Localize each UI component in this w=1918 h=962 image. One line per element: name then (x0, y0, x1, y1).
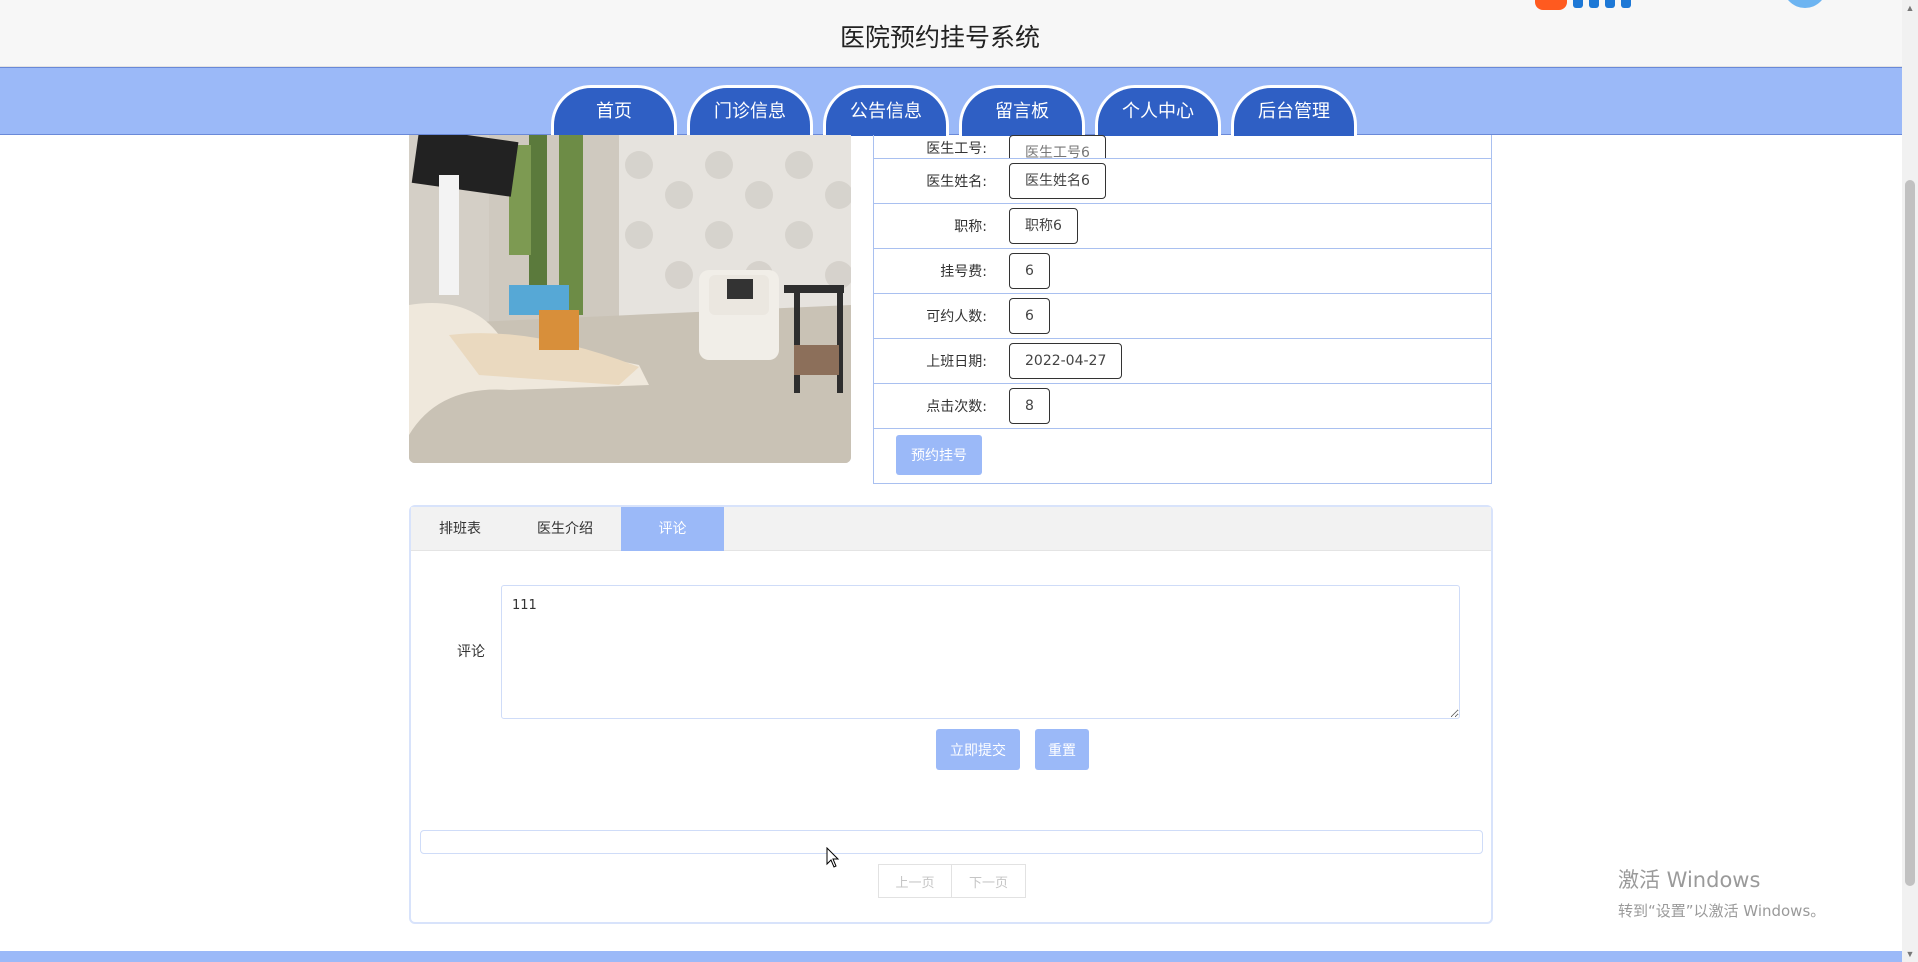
info-row-doctor-name: 医生姓名: 医生姓名6 (874, 159, 1491, 204)
sogou-logo-icon[interactable] (1535, 0, 1567, 10)
watermark-line-2: 转到“设置”以激活 Windows。 (1618, 902, 1826, 920)
tab-schedule[interactable]: 排班表 (411, 507, 509, 551)
clinic-room-image (409, 135, 851, 463)
nav-item-clinic-info[interactable]: 门诊信息 (687, 85, 813, 136)
info-label: 点击次数: (926, 399, 987, 415)
info-label: 医生工号: (926, 141, 987, 157)
nav-item-home[interactable]: 首页 (551, 85, 677, 136)
tab-header: 排班表 医生介绍 评论 (411, 507, 1491, 551)
tabs-panel: 排班表 医生介绍 评论 评论 立即提交 重置 上一页 下一页 (409, 505, 1493, 924)
submit-button[interactable]: 立即提交 (936, 729, 1020, 770)
toolbar-mic-icon[interactable] (1589, 0, 1599, 8)
info-label: 可约人数: (926, 309, 987, 325)
watermark-line-1: 激活 Windows (1618, 868, 1761, 892)
info-value: 医生姓名6 (1009, 163, 1106, 199)
pagination: 上一页 下一页 (878, 864, 1026, 898)
info-row-capacity: 可约人数: 6 (874, 294, 1491, 339)
browser-extension-toolbar[interactable] (1535, 0, 1703, 10)
toolbar-grid-icon[interactable] (1621, 0, 1631, 8)
floating-ball-icon[interactable] (1783, 0, 1827, 8)
scroll-down-icon[interactable]: ▼ (1902, 946, 1918, 962)
info-row-fee: 挂号费: 6 (874, 249, 1491, 294)
toolbar-tool-icon[interactable] (1573, 0, 1583, 8)
info-value: 2022-04-27 (1009, 343, 1123, 379)
prev-page-button[interactable]: 上一页 (878, 864, 952, 898)
toolbar-screen-icon[interactable] (1605, 0, 1615, 8)
info-row-click-count: 点击次数: 8 (874, 384, 1491, 429)
info-label: 医生姓名: (926, 174, 987, 190)
site-title: 医院预约挂号系统 (839, 23, 1040, 52)
nav-item-message-board[interactable]: 留言板 (959, 85, 1085, 136)
comment-textarea[interactable] (501, 585, 1460, 719)
doctor-info-panel: 医生工号: 医生工号6 医生姓名: 医生姓名6 职称: 职称6 挂号费: 6 可… (873, 135, 1492, 484)
info-value: 6 (1009, 298, 1050, 334)
info-row-doctor-id: 医生工号: 医生工号6 (874, 135, 1491, 159)
info-value: 医生工号6 (1009, 135, 1106, 158)
book-row: 预约挂号 (874, 429, 1491, 481)
book-appointment-button[interactable]: 预约挂号 (896, 435, 982, 475)
comment-field-label: 评论 (457, 644, 485, 660)
comment-list (420, 830, 1483, 854)
scroll-up-icon[interactable]: ▲ (1902, 0, 1918, 16)
main-nav: 首页 门诊信息 公告信息 留言板 个人中心 后台管理 (0, 67, 1902, 136)
info-row-work-date: 上班日期: 2022-04-27 (874, 339, 1491, 384)
nav-item-personal-center[interactable]: 个人中心 (1095, 85, 1221, 136)
tab-comments[interactable]: 评论 (621, 507, 724, 551)
info-label: 挂号费: (940, 264, 987, 280)
next-page-button[interactable]: 下一页 (952, 864, 1026, 898)
top-header: 医院预约挂号系统 (0, 0, 1902, 67)
windows-activation-watermark: 激活 Windows 转到“设置”以激活 Windows。 (1618, 864, 1825, 921)
mouse-cursor-icon (826, 847, 840, 868)
nav-item-admin[interactable]: 后台管理 (1231, 85, 1357, 136)
reset-button[interactable]: 重置 (1035, 729, 1089, 770)
tab-doctor-intro[interactable]: 医生介绍 (509, 507, 621, 551)
info-label: 上班日期: (926, 354, 987, 370)
info-row-title: 职称: 职称6 (874, 204, 1491, 249)
info-value: 6 (1009, 253, 1050, 289)
footer-strip (0, 951, 1902, 962)
scroll-thumb[interactable] (1905, 180, 1915, 886)
info-value: 8 (1009, 388, 1050, 424)
info-label: 职称: (954, 219, 987, 235)
page-scrollbar[interactable]: ▲ ▼ (1902, 0, 1918, 962)
info-value: 职称6 (1009, 208, 1078, 244)
nav-item-announcements[interactable]: 公告信息 (823, 85, 949, 136)
doctor-photo (409, 135, 851, 463)
